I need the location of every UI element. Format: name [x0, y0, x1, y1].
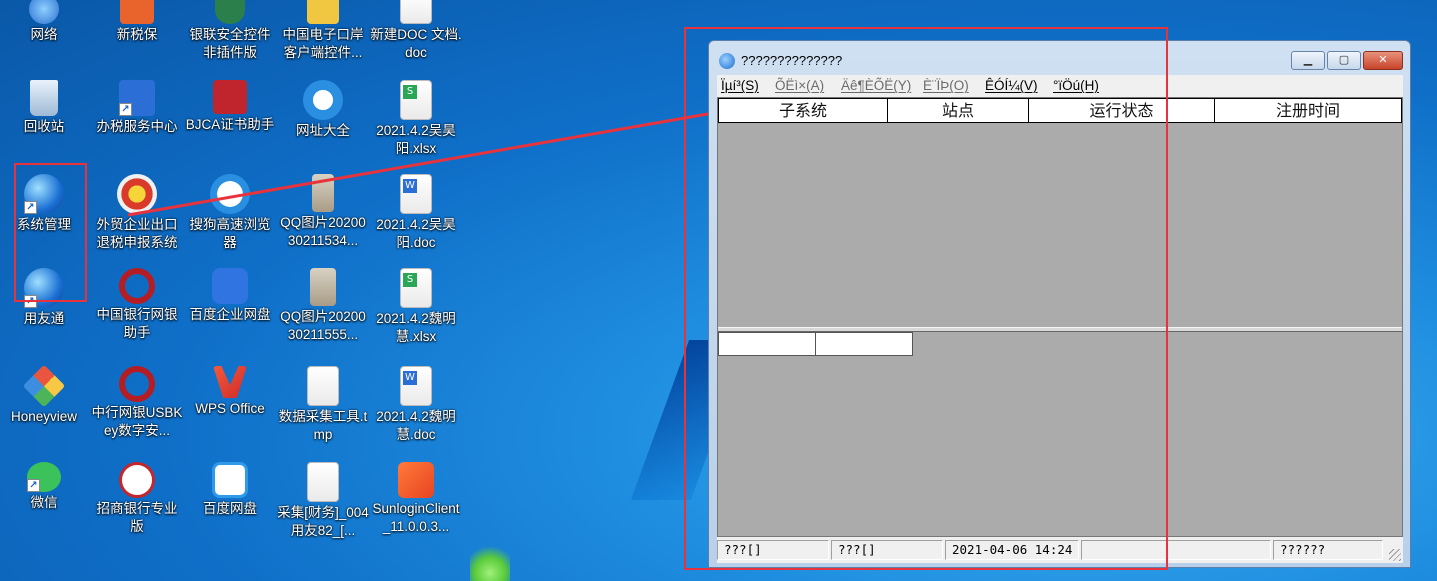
doc-file-icon: W — [400, 174, 432, 214]
shortcut-arrow-icon: ↗ — [27, 479, 40, 492]
image-file-icon — [312, 174, 334, 212]
desktop-icon-wuhaoyang-xlsx[interactable]: S 2021.4.2吴昊阳.xlsx — [370, 80, 462, 158]
shortcut-arrow-icon: ↗ — [119, 103, 132, 116]
app-icon — [120, 0, 154, 24]
desktop-icon-weiminghui-xlsx[interactable]: S 2021.4.2魏明慧.xlsx — [370, 268, 462, 346]
desktop-icon-honeyview[interactable]: Honeyview — [0, 364, 90, 426]
desktop-icon-qq-image-2[interactable]: QQ图片2020030211555... — [277, 268, 369, 344]
xlsx-file-icon: S — [400, 80, 432, 120]
desktop-icon-collect-finance[interactable]: 采集[财务]_004用友82_[... — [277, 462, 369, 540]
maximize-button[interactable]: ▢ — [1327, 51, 1361, 70]
column-header-register-time[interactable]: 注册时间 — [1214, 98, 1402, 123]
network-icon — [29, 0, 59, 24]
xlsx-file-icon: S — [400, 268, 432, 308]
certificate-icon — [213, 80, 247, 114]
honeyview-icon — [22, 364, 66, 408]
desktop-icon-data-collect[interactable]: 数据采集工具.tmp — [277, 366, 369, 444]
shield-icon — [215, 0, 245, 24]
config-file-icon — [307, 462, 339, 502]
tax-service-icon: ↗ — [119, 80, 155, 116]
desktop-icon-url-directory[interactable]: 网址大全 — [277, 80, 369, 140]
tax-refund-icon — [117, 174, 157, 214]
desktop-icon-sunlogin[interactable]: SunloginClient_11.0.0.3... — [370, 462, 462, 536]
status-panel-5: ?????? — [1273, 540, 1383, 560]
wechat-icon: ↗ — [27, 462, 61, 492]
desktop-icon-eport[interactable]: 中国电子口岸客户端控件... — [277, 0, 369, 62]
desktop-icon-weiminghui-doc[interactable]: W 2021.4.2魏明慧.doc — [370, 366, 462, 444]
bank-of-china-icon — [119, 366, 155, 402]
browser-icon — [303, 80, 343, 120]
desktop-icon-boc-usbkey[interactable]: 中行网银USBKey数字安... — [91, 366, 183, 440]
desktop-icon-recycle-bin[interactable]: 回收站 — [0, 80, 90, 136]
desktop-icon-network[interactable]: 网络 — [0, 0, 90, 44]
close-button[interactable]: ✕ — [1363, 51, 1403, 70]
image-file-icon — [310, 268, 336, 306]
resize-grip[interactable] — [1389, 549, 1401, 561]
wps-icon — [213, 366, 247, 398]
desktop-icon-boc-helper[interactable]: 中国银行网银助手 — [91, 268, 183, 342]
desktop-icon-wechat[interactable]: ↗ 微信 — [0, 462, 90, 512]
annotation-box-window — [684, 27, 1168, 570]
baidu-pan-icon — [212, 268, 248, 304]
minimize-button[interactable]: ▁ — [1291, 51, 1325, 70]
desktop-icon-baidu-enterprise[interactable]: 百度企业网盘 — [184, 268, 276, 324]
desktop-icon-sogou[interactable]: 搜狗高速浏览器 — [184, 174, 276, 252]
desktop-icon-xinshuibao[interactable]: 新税保 — [91, 0, 183, 44]
desktop-icon-new-doc[interactable]: 新建DOC 文档.doc — [370, 0, 462, 62]
doc-file-icon: W — [400, 366, 432, 406]
sogou-browser-icon — [210, 174, 250, 214]
doc-file-icon — [400, 0, 432, 24]
desktop-icon-cmb[interactable]: 招商银行专业版 — [91, 462, 183, 536]
annotation-box-icons — [14, 163, 87, 302]
app-icon — [307, 0, 339, 24]
desktop-icon-qq-image-1[interactable]: QQ图片2020030211534... — [277, 174, 369, 250]
sunlogin-icon — [398, 462, 434, 498]
blank-file-icon — [307, 366, 339, 406]
desktop-icon-wuhaoyang-doc[interactable]: W 2021.4.2吴昊阳.doc — [370, 174, 462, 252]
cmb-icon — [119, 462, 155, 498]
desktop-icon-unionpay-control[interactable]: 银联安全控件非插件版 — [184, 0, 276, 62]
desktop-icon-tax-refund[interactable]: 外贸企业出口退税申报系统 — [91, 174, 183, 252]
desktop-icon-baidu-pan[interactable]: 百度网盘 — [184, 462, 276, 518]
desktop-icon-bjca[interactable]: BJCA证书助手 — [184, 80, 276, 134]
bank-of-china-icon — [119, 268, 155, 304]
desktop-icon-wps[interactable]: WPS Office — [184, 366, 276, 418]
baidu-pan-icon — [212, 462, 248, 498]
desktop-icon-tax-service[interactable]: ↗ 办税服务中心 — [91, 80, 183, 136]
recycle-bin-icon — [30, 80, 58, 116]
